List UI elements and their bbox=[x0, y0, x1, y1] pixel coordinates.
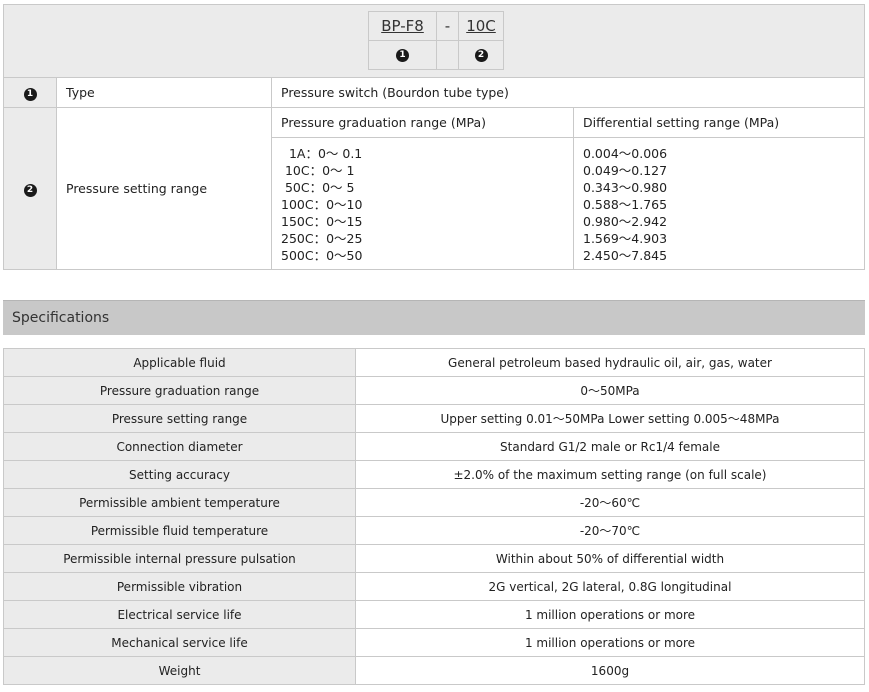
differential-range-header: Differential setting range (MPa) bbox=[573, 107, 865, 138]
spec-value: 1 million operations or more bbox=[355, 600, 865, 629]
spec-key: Applicable fluid bbox=[3, 348, 356, 377]
specifications-table: Applicable fluid General petroleum based … bbox=[3, 348, 865, 685]
spec-key: Mechanical service life bbox=[3, 628, 356, 657]
graduation-range-list: 1A：0～ 0.1 10C：0～ 1 50C：0～ 5 100C：0～10 15… bbox=[271, 137, 574, 270]
number-1-icon: 1 bbox=[396, 48, 409, 62]
model-code-panel: BP-F8 - 10C 1 2 bbox=[3, 4, 865, 77]
spec-row: Weight 1600g bbox=[3, 656, 865, 685]
spec-key: Electrical service life bbox=[3, 600, 356, 629]
spec-row: Permissible fluid temperature -20～70℃ bbox=[3, 516, 865, 545]
spec-value: -20～60℃ bbox=[355, 488, 865, 517]
spec-value: -20～70℃ bbox=[355, 516, 865, 545]
model-code-marker2: 2 bbox=[459, 41, 503, 69]
graduation-range-item: 10C：0～ 1 bbox=[281, 163, 355, 178]
spec-value: 1 million operations or more bbox=[355, 628, 865, 657]
differential-range-list: 0.004～0.006 0.049～0.127 0.343～0.980 0.58… bbox=[573, 137, 865, 270]
graduation-range-item: 150C：0～15 bbox=[281, 214, 363, 229]
spec-key: Permissible vibration bbox=[3, 572, 356, 601]
model-code-separator: - bbox=[437, 12, 459, 41]
model-options-table: 1 Type Pressure switch (Bourdon tube typ… bbox=[3, 77, 865, 270]
spec-value: General petroleum based hydraulic oil, a… bbox=[355, 348, 865, 377]
spec-key: Pressure setting range bbox=[3, 404, 356, 433]
spec-key: Permissible internal pressure pulsation bbox=[3, 544, 356, 573]
spec-value: 2G vertical, 2G lateral, 0.8G longitudin… bbox=[355, 572, 865, 601]
differential-range-item: 0.588～1.765 bbox=[583, 197, 668, 212]
option-label: Pressure setting range bbox=[56, 107, 272, 270]
spec-row: Pressure graduation range 0～50MPa bbox=[3, 376, 865, 405]
graduation-range-item: 50C：0～ 5 bbox=[281, 180, 355, 195]
number-1-icon: 1 bbox=[23, 88, 37, 101]
model-code-separator-empty bbox=[437, 41, 459, 69]
graduation-range-item: 250C：0～25 bbox=[281, 231, 363, 246]
differential-range-item: 0.004～0.006 bbox=[583, 146, 668, 161]
spec-value: Upper setting 0.01～50MPa Lower setting 0… bbox=[355, 404, 865, 433]
spec-value: Within about 50% of differential width bbox=[355, 544, 865, 573]
option-row-range-header: 2 Pressure setting range Pressure gradua… bbox=[3, 107, 865, 270]
option-marker-cell: 2 bbox=[3, 107, 57, 270]
specifications-heading: Specifications bbox=[3, 300, 865, 335]
differential-range-item: 0.049～0.127 bbox=[583, 163, 668, 178]
option-label: Type bbox=[56, 77, 272, 108]
spec-value: 1600g bbox=[355, 656, 865, 685]
spec-row: Permissible internal pressure pulsation W… bbox=[3, 544, 865, 573]
spec-key: Setting accuracy bbox=[3, 460, 356, 489]
spec-key: Connection diameter bbox=[3, 432, 356, 461]
spec-row: Permissible vibration 2G vertical, 2G lat… bbox=[3, 572, 865, 601]
spec-row: Permissible ambient temperature -20～60℃ bbox=[3, 488, 865, 517]
spec-value: Standard G1/2 male or Rc1/4 female bbox=[355, 432, 865, 461]
spec-key: Permissible ambient temperature bbox=[3, 488, 356, 517]
spec-row: Pressure setting range Upper setting 0.01… bbox=[3, 404, 865, 433]
spec-key: Weight bbox=[3, 656, 356, 685]
number-2-icon: 2 bbox=[23, 184, 37, 197]
number-2-icon: 2 bbox=[474, 48, 488, 62]
differential-range-item: 1.569～4.903 bbox=[583, 231, 668, 246]
option-marker-cell: 1 bbox=[3, 77, 57, 108]
graduation-range-header: Pressure graduation range (MPa) bbox=[271, 107, 574, 138]
graduation-range-item: 100C：0～10 bbox=[281, 197, 363, 212]
spec-key: Permissible fluid temperature bbox=[3, 516, 356, 545]
differential-range-item: 0.980～2.942 bbox=[583, 214, 668, 229]
spec-row: Connection diameter Standard G1/2 male or… bbox=[3, 432, 865, 461]
spec-key: Pressure graduation range bbox=[3, 376, 356, 405]
model-code-part1: BP-F8 bbox=[369, 12, 437, 41]
spec-value: 0～50MPa bbox=[355, 376, 865, 405]
option-row-type: 1 Type Pressure switch (Bourdon tube typ… bbox=[3, 77, 865, 108]
differential-range-item: 2.450～7.845 bbox=[583, 248, 668, 263]
spec-value: ±2.0% of the maximum setting range (on f… bbox=[355, 460, 865, 489]
spec-row: Setting accuracy ±2.0% of the maximum set… bbox=[3, 460, 865, 489]
model-code-part2: 10C bbox=[459, 12, 503, 41]
model-code-grid: BP-F8 - 10C 1 2 bbox=[368, 11, 504, 70]
spec-row: Mechanical service life 1 million operati… bbox=[3, 628, 865, 657]
graduation-range-item: 500C：0～50 bbox=[281, 248, 363, 263]
graduation-range-item: 1A：0～ 0.1 bbox=[281, 146, 363, 161]
spec-row: Electrical service life 1 million operati… bbox=[3, 600, 865, 629]
option-value: Pressure switch (Bourdon tube type) bbox=[271, 77, 865, 108]
differential-range-item: 0.343～0.980 bbox=[583, 180, 668, 195]
spec-row: Applicable fluid General petroleum based … bbox=[3, 348, 865, 377]
model-code-marker1: 1 bbox=[369, 41, 437, 69]
